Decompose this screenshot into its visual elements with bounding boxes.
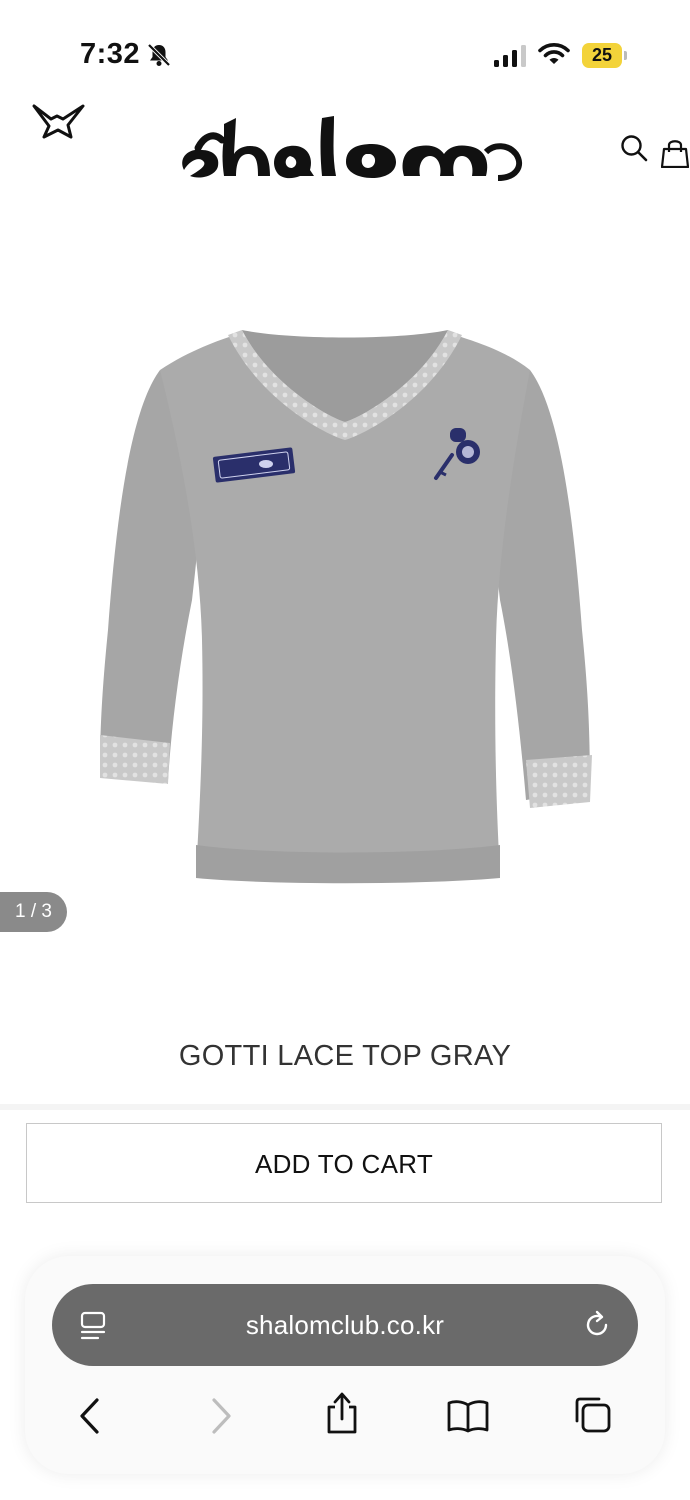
status-time: 7:32: [80, 38, 141, 70]
add-to-cart-button[interactable]: ADD TO CART: [26, 1123, 662, 1203]
page-menu-icon[interactable]: [80, 1311, 108, 1341]
battery-level: 25: [591, 45, 613, 65]
star-icon[interactable]: [30, 100, 86, 142]
search-icon[interactable]: [620, 134, 648, 162]
battery-icon: 25: [582, 43, 628, 68]
browser-nav-toolbar: [25, 1391, 665, 1441]
browser-toolbar-panel: shalomclub.co.kr: [25, 1256, 665, 1474]
shalom-logo[interactable]: [178, 110, 524, 182]
site-header: [0, 100, 690, 190]
address-bar[interactable]: shalomclub.co.kr: [52, 1284, 638, 1366]
product-gallery[interactable]: [0, 190, 690, 990]
reload-icon[interactable]: [582, 1310, 612, 1340]
share-icon[interactable]: [324, 1391, 360, 1435]
url-text[interactable]: shalomclub.co.kr: [132, 1284, 558, 1366]
forward-icon[interactable]: [208, 1397, 234, 1435]
product-title: GOTTI LACE TOP GRAY: [178, 1040, 512, 1072]
image-page-counter: 1 / 3: [0, 892, 67, 932]
status-bar: 7:32 25: [0, 0, 690, 100]
product-image[interactable]: [0, 190, 690, 910]
section-divider: [0, 1104, 690, 1110]
cellular-signal-icon: [494, 45, 526, 67]
wifi-icon: [538, 43, 570, 64]
back-icon[interactable]: [77, 1397, 103, 1435]
shopping-bag-icon[interactable]: [661, 138, 689, 168]
bell-slash-icon: [147, 43, 171, 67]
tabs-icon[interactable]: [572, 1394, 612, 1434]
bookmarks-icon[interactable]: [446, 1399, 490, 1433]
